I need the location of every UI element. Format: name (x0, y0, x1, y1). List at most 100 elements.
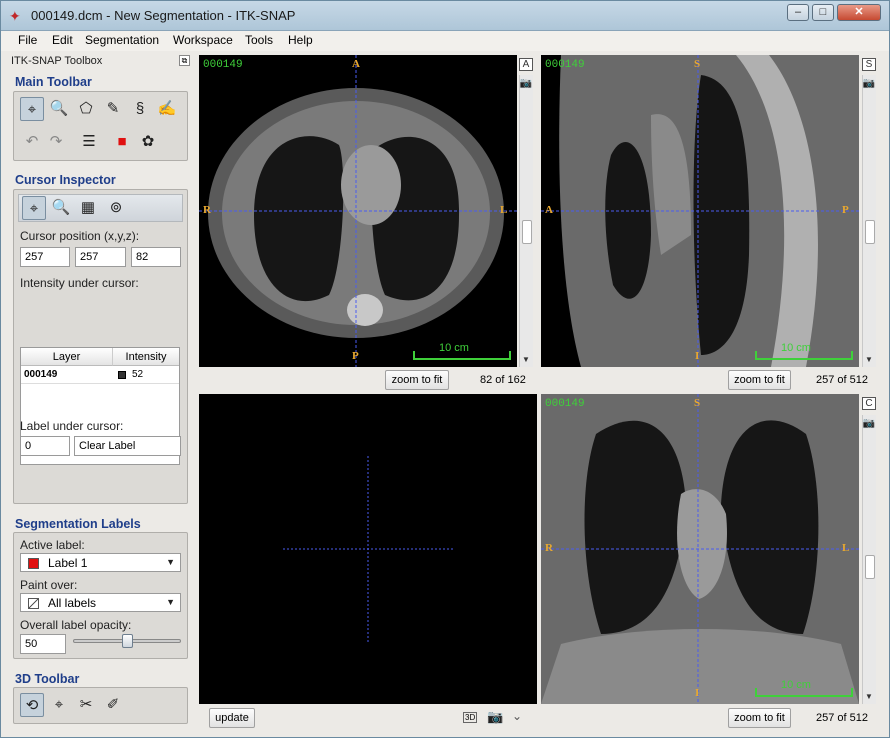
scroll-down-icon[interactable]: ▼ (865, 355, 873, 364)
axial-slice-scrollbar[interactable]: ▲ ▼ (519, 75, 533, 367)
coronal-layer-tag: 000149 (545, 398, 585, 410)
table-cell-intensity: 52 (132, 369, 144, 380)
intensity-swatch (118, 371, 126, 379)
3d-crosshair (283, 456, 453, 642)
coronal-view-letter[interactable]: C (862, 397, 876, 410)
paint-over-combo[interactable]: All labels ▼ (20, 593, 181, 612)
axial-scroll-thumb[interactable] (522, 220, 532, 244)
sagittal-scale-text: 10 cm (781, 342, 811, 354)
coronal-scroll-thumb[interactable] (865, 555, 875, 579)
zoom-tool-icon[interactable]: 🔍 (47, 97, 71, 121)
label-id-field[interactable]: 0 (20, 436, 70, 456)
column-header-layer[interactable]: Layer (21, 348, 113, 366)
zoom-tab-icon[interactable]: 🔍 (49, 196, 73, 220)
sagittal-scroll-thumb[interactable] (865, 220, 875, 244)
undo-icon[interactable]: ↶ (20, 130, 44, 154)
grid-tab-icon[interactable]: ▦ (76, 196, 100, 220)
toolbox-panel: ITK-SNAP Toolbox ⧉ Main Toolbar ⌖ 🔍 ⬠ ✎ … (1, 51, 193, 737)
sagittal-view[interactable]: 000149 S I A P 10 cm (541, 55, 859, 367)
axial-slice-number: 82 of 162 (480, 374, 526, 386)
annotation-tool-icon[interactable]: ✍ (155, 97, 179, 121)
scroll-down-icon[interactable]: ▼ (865, 692, 873, 701)
menu-segmentation[interactable]: Segmentation (85, 33, 159, 47)
cursor-tab-icon[interactable]: ⌖ (22, 196, 46, 220)
main-toolbar-box: ⌖ 🔍 ⬠ ✎ § ✍ ↶ ↷ ☰ ■ ✿ (13, 91, 188, 161)
palette-icon[interactable]: ✿ (136, 130, 160, 154)
sagittal-zoom-fit-button[interactable]: zoom to fit (728, 370, 791, 390)
coronal-right-orientation: L (842, 542, 850, 554)
sagittal-crosshair (541, 55, 859, 367)
undock-icon[interactable]: ⧉ (179, 55, 190, 66)
menu-edit[interactable]: Edit (52, 33, 73, 47)
spray-icon[interactable]: ✐ (101, 693, 125, 717)
sagittal-slice-scrollbar[interactable]: ▲ ▼ (862, 75, 876, 367)
axial-zoom-fit-button[interactable]: zoom to fit (385, 370, 449, 390)
coronal-snapshot-icon[interactable]: 📷 (862, 418, 876, 429)
maximize-button[interactable]: □ (812, 4, 834, 21)
axial-right-orientation: L (500, 204, 508, 216)
menu-help[interactable]: Help (288, 33, 313, 47)
snake-tool-icon[interactable]: § (128, 97, 152, 121)
menu-workspace[interactable]: Workspace (173, 33, 233, 47)
cursor-y-field[interactable]: 257 (75, 247, 126, 267)
crosshair-tool-icon[interactable]: ⌖ (20, 97, 44, 121)
opacity-slider[interactable] (73, 634, 181, 648)
sagittal-snapshot-icon[interactable]: 📷 (862, 78, 876, 89)
label-color-icon[interactable]: ■ (110, 130, 134, 154)
3d-view[interactable] (199, 394, 537, 704)
chevron-down-icon: ▼ (166, 597, 175, 607)
paintbrush-tool-icon[interactable]: ✎ (101, 97, 125, 121)
minimize-button[interactable]: – (787, 4, 809, 21)
3d-mode-icon[interactable]: 3D (463, 712, 478, 723)
scroll-down-icon[interactable]: ▼ (522, 355, 530, 364)
coronal-crosshair (541, 394, 859, 704)
axial-bottom-orientation: P (352, 350, 359, 362)
coronal-slice-number: 257 of 512 (816, 712, 868, 724)
crosshair-3d-icon[interactable]: ⌖ (47, 693, 71, 717)
table-cell-layer: 000149 (24, 369, 58, 380)
column-header-intensity[interactable]: Intensity (113, 348, 179, 366)
sagittal-slice-number: 257 of 512 (816, 374, 868, 386)
main-toolbar-title: Main Toolbar (15, 75, 92, 89)
paint-over-text: Paint over: (20, 578, 78, 592)
cursor-x-field[interactable]: 257 (20, 247, 70, 267)
3d-toolbar-box: ⟲ ⌖ ✂ ✐ (13, 687, 188, 724)
axial-scale-text: 10 cm (439, 342, 469, 354)
axial-snapshot-icon[interactable]: 📷 (519, 78, 533, 89)
row-divider (21, 383, 179, 384)
active-label-combo[interactable]: Label 1 ▼ (20, 553, 181, 572)
label-under-cursor-label: Label under cursor: (20, 419, 124, 433)
3d-update-button[interactable]: update (209, 708, 255, 728)
active-label-swatch (28, 558, 39, 569)
axial-view-letter[interactable]: A (519, 58, 533, 71)
coronal-slice-scrollbar[interactable]: ▲ ▼ (862, 415, 876, 704)
axial-left-orientation: R (203, 204, 211, 216)
label-name-field[interactable]: Clear Label (74, 436, 181, 456)
menu-file[interactable]: File (18, 33, 37, 47)
coronal-zoom-fit-button[interactable]: zoom to fit (728, 708, 791, 728)
menu-tools[interactable]: Tools (245, 33, 273, 47)
sync-tab-icon[interactable]: ⊚ (104, 196, 128, 220)
all-labels-swatch (28, 598, 39, 609)
opacity-slider-handle[interactable] (122, 634, 133, 648)
opacity-field[interactable]: 50 (20, 634, 66, 654)
window-title: 000149.dcm - New Segmentation - ITK-SNAP (31, 8, 296, 23)
coronal-view[interactable]: 000149 S I R L 10 cm (541, 394, 859, 704)
scalpel-icon[interactable]: ✂ (74, 693, 98, 717)
paint-over-value: All labels (48, 596, 97, 610)
3d-snapshot-icon[interactable]: 📷 (487, 709, 503, 725)
layers-icon[interactable]: ☰ (77, 130, 101, 154)
title-bar[interactable]: ✦ 000149.dcm - New Segmentation - ITK-SN… (1, 1, 889, 31)
cursor-z-field[interactable]: 82 (131, 247, 181, 267)
axial-view[interactable]: 000149 A P R L 10 cm (199, 55, 517, 367)
rotate-3d-icon[interactable]: ⟲ (20, 693, 44, 717)
sagittal-view-letter[interactable]: S (862, 58, 876, 71)
opacity-text: Overall label opacity: (20, 618, 132, 632)
coronal-top-orientation: S (694, 397, 701, 409)
close-button[interactable]: ✕ (837, 4, 881, 21)
polygon-tool-icon[interactable]: ⬠ (74, 97, 98, 121)
redo-icon[interactable]: ↷ (44, 130, 68, 154)
toolbox-title: ITK-SNAP Toolbox (11, 55, 103, 67)
cursor-position-label: Cursor position (x,y,z): (20, 229, 140, 243)
3d-menu-chevron-icon[interactable]: ⌄ (512, 709, 522, 723)
